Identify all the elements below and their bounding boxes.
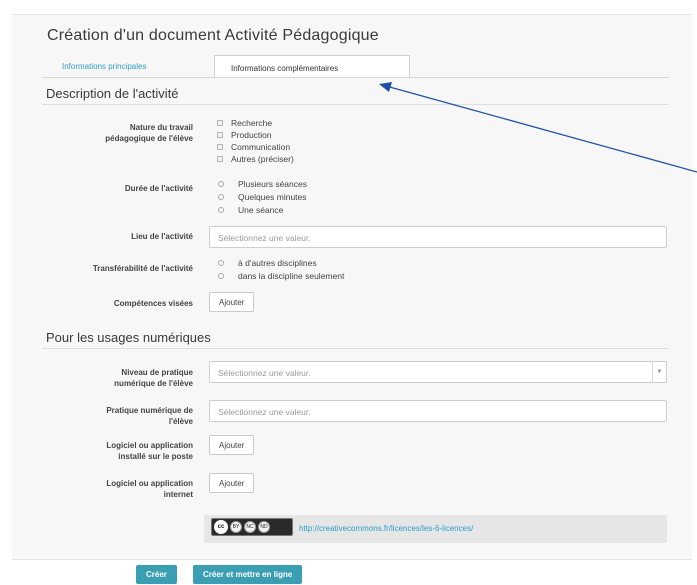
annotation-arrow-icon	[379, 82, 697, 173]
